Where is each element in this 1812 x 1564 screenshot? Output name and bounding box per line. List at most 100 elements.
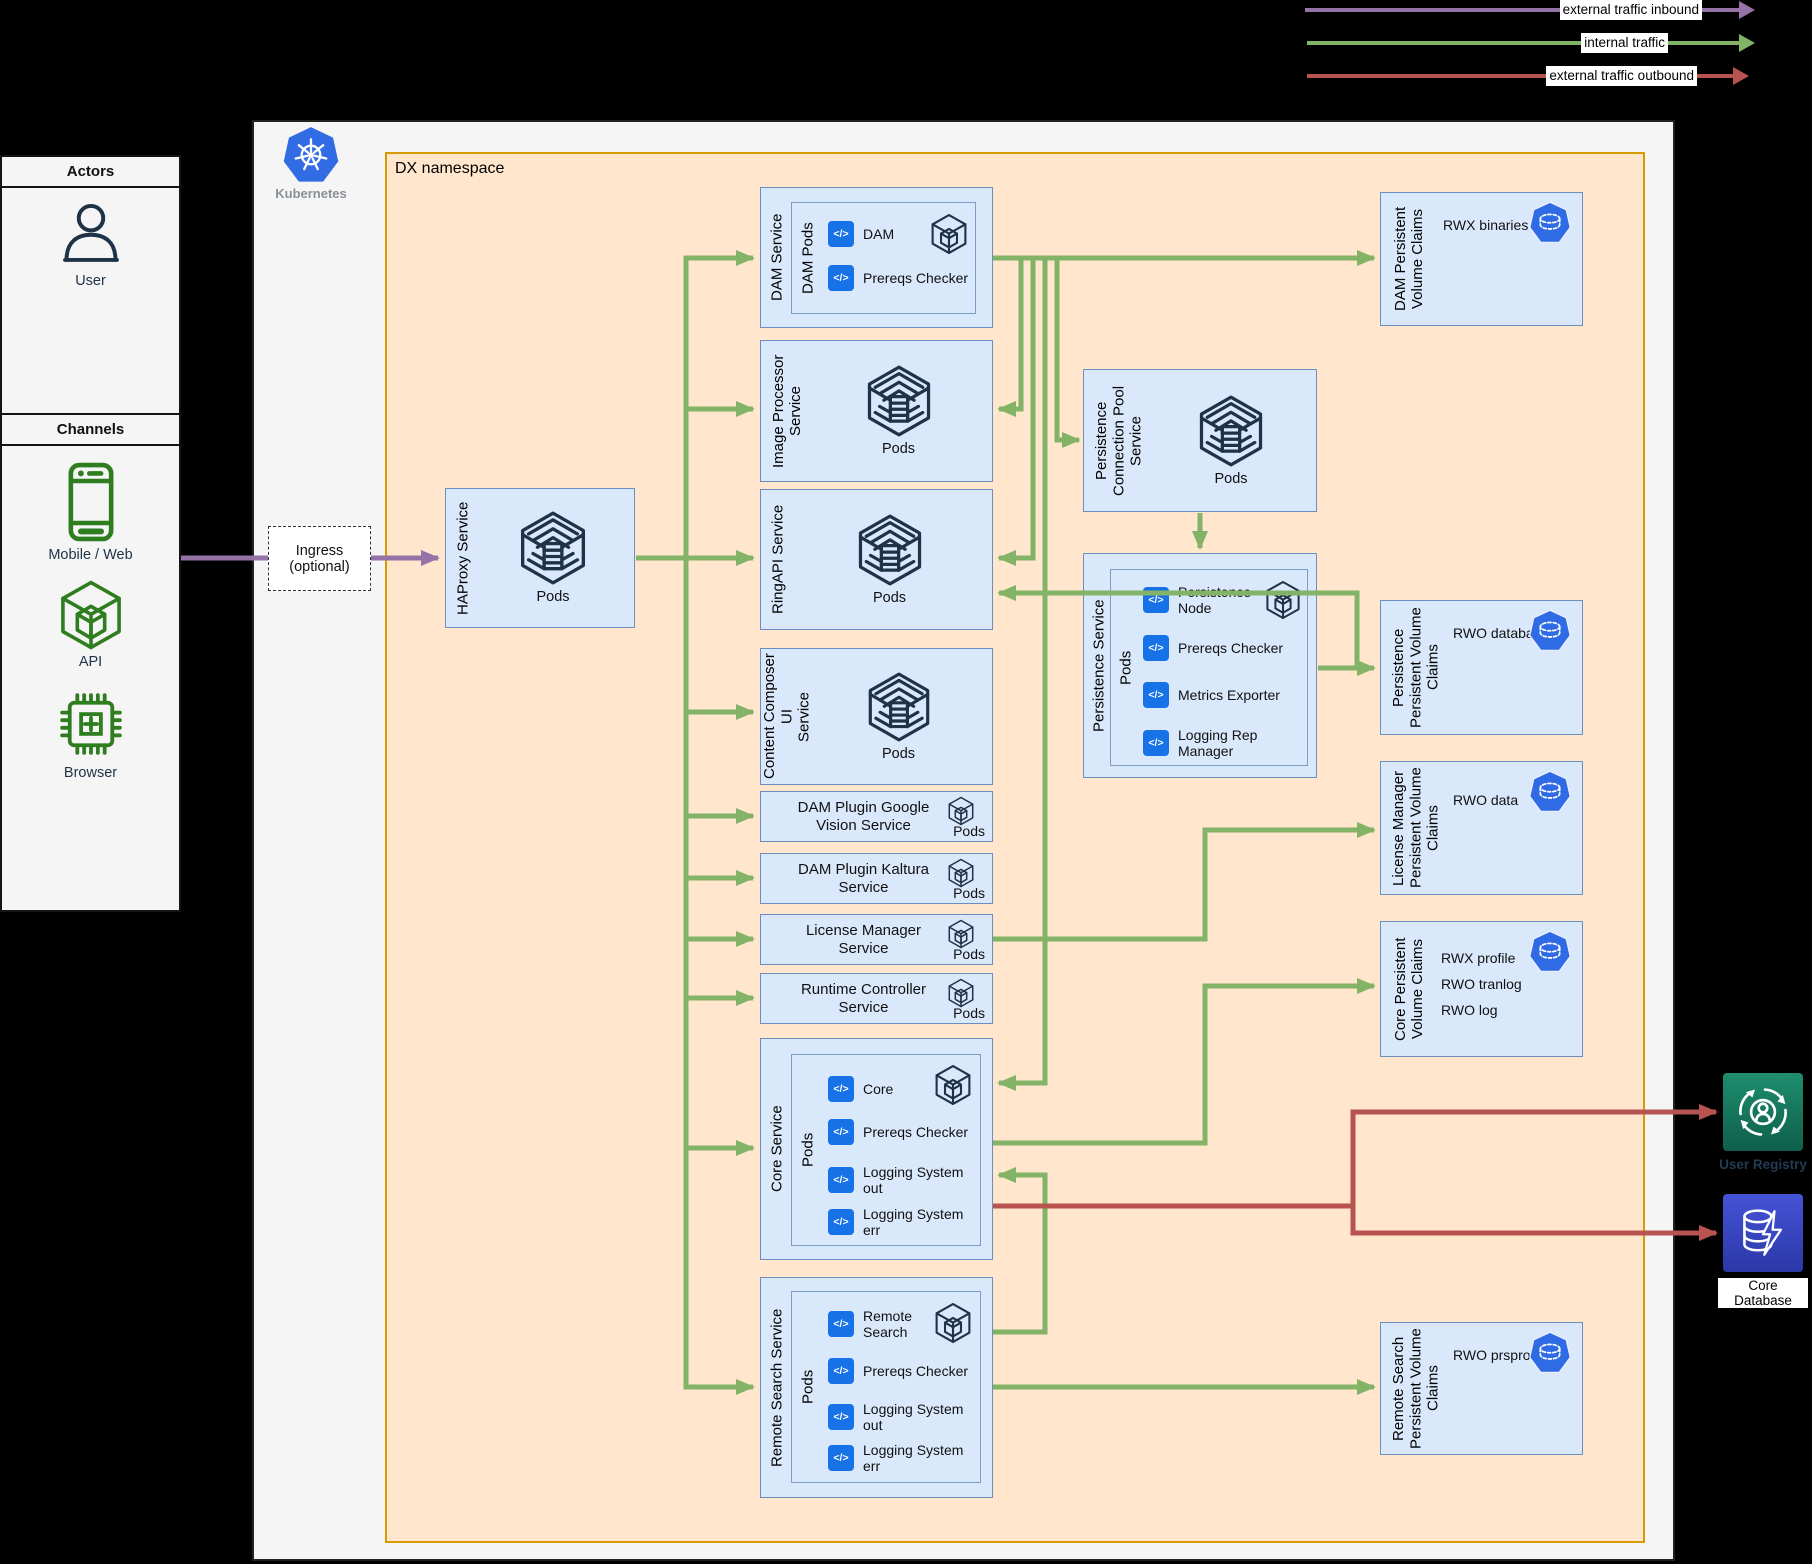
actors-channels-panel: Actors User Channels Mobile / Web API Br… [0,155,181,912]
persistent-volume-icon [1528,1331,1572,1375]
pods-label: Pods [953,885,985,901]
dx-namespace-title: DX namespace [395,160,504,178]
pods-label: Pods [953,946,985,962]
dam-pvc-box: DAM Persistent Volume Claims RWX binarie… [1380,192,1583,326]
persistence-pvc-box: Persistence Persistent Volume Claims RWO… [1380,600,1583,735]
pods-icon [1195,395,1267,467]
pod-cube-icon [932,1064,974,1106]
code-icon [1143,587,1169,613]
prereqs-checker-item: Prereqs Checker [863,1363,968,1379]
image-processor-service-box: Image Processor Service Pods [760,340,993,482]
legend-arrow-internal-icon [1739,34,1755,52]
persistent-volume-icon [1528,609,1572,653]
ingress-box: Ingress (optional) [268,526,371,591]
prereqs-checker-item: Prereqs Checker [863,270,968,286]
prereqs-checker-item: Prereqs Checker [863,1124,968,1140]
logging-system-out-item: Logging System out [863,1401,980,1433]
pods-label: Pods [953,823,985,839]
user-label: User [75,273,106,289]
prereqs-checker-item: Prereqs Checker [1178,640,1283,656]
persistent-volume-icon [1528,930,1572,974]
logging-system-err-item: Logging System err [863,1442,980,1474]
remote-search-pvc-label: Remote Search Persistent Volume Claims [1383,1323,1449,1454]
content-composer-ui-service-box: Content Composer UI Service Pods [760,648,993,785]
pods-label: Pods [536,589,569,605]
license-manager-service-label: License Manager Service [791,915,936,964]
channels-header: Channels [2,413,179,446]
persistence-connection-pool-service-box: Persistence Connection Pool Service Pods [1083,369,1317,512]
pods-label: Pods [953,1005,985,1021]
pvc-entry: RWX binaries [1443,217,1528,233]
persistence-pvc-label: Persistence Persistent Volume Claims [1383,601,1449,734]
pvc-entry: RWX profile [1441,950,1522,966]
pod-cube-icon [946,919,976,949]
code-icon [828,1311,854,1337]
pods-icon [864,672,934,742]
code-icon [1143,730,1169,756]
pods-icon [516,511,590,585]
mobile-web-icon [49,460,133,544]
runtime-controller-service-box: Runtime Controller Service Pods [760,973,993,1024]
dam-item: DAM [863,226,894,242]
pod-cube-icon [946,858,976,888]
browser-label: Browser [64,765,117,781]
core-database-icon [1731,1201,1795,1265]
persistence-connection-pool-label: Persistence Connection Pool Service [1086,370,1152,511]
legend-row-internal: internal traffic [1307,33,1755,55]
dam-service-box: DAM Service DAM Pods DAM Prereqs Checker [760,187,993,328]
core-service-label: Core Service [763,1039,791,1259]
pod-cube-icon [946,796,976,826]
persistence-pods-box: Pods Persistence Node Prereqs Checker Me… [1110,569,1308,766]
ringapi-service-box: RingAPI Service Pods [760,489,993,630]
haproxy-service-box: HAProxy Service Pods [445,488,635,628]
persistent-volume-icon [1528,201,1572,245]
legend-label-internal: internal traffic [1581,33,1668,53]
core-database-label: Core Database [1718,1278,1808,1308]
pods-icon [863,365,935,437]
code-icon [1143,682,1169,708]
remote-search-pvc-box: Remote Search Persistent Volume Claims R… [1380,1322,1583,1455]
user-registry-icon [1730,1079,1796,1145]
remote-search-service-box: Remote Search Service Pods Remote Search… [760,1277,993,1498]
legend-label-outbound: external traffic outbound [1546,66,1697,86]
pod-cube-icon [1263,580,1303,620]
image-processor-service-label: Image Processor Service [763,341,811,481]
license-manager-pvc-label: License Manager Persistent Volume Claims [1383,762,1449,894]
api-icon [55,579,127,651]
pvc-entry: RWO tranlog [1441,976,1522,992]
haproxy-service-label: HAProxy Service [448,489,478,627]
code-icon [1143,635,1169,661]
core-database: Core Database [1718,1194,1808,1310]
mobile-web-label: Mobile / Web [48,547,132,563]
code-icon [828,1167,854,1193]
diagram-canvas: external traffic inbound internal traffi… [0,0,1812,1564]
core-pvc-label: Core Persistent Volume Claims [1383,922,1435,1056]
dam-plugin-kaltura-label: DAM Plugin Kaltura Service [791,854,936,903]
pvc-entry: RWO log [1441,1002,1522,1018]
core-pvc-box: Core Persistent Volume Claims RWX profil… [1380,921,1583,1057]
dam-plugin-kaltura-service-box: DAM Plugin Kaltura Service Pods [760,853,993,904]
persistent-volume-icon [1528,770,1572,814]
legend-row-inbound: external traffic inbound [1305,0,1755,22]
pod-cube-icon [928,213,970,255]
code-icon [828,1076,854,1102]
core-service-box: Core Service Pods Core Prereqs Checker L… [760,1038,993,1260]
code-icon [828,265,854,291]
pvc-entry: RWO data [1453,792,1518,808]
code-icon [828,1404,854,1430]
metrics-exporter-item: Metrics Exporter [1178,687,1280,703]
legend-line-internal [1307,41,1740,45]
dam-service-label: DAM Service [763,188,791,327]
code-icon [828,1209,854,1235]
logging-system-err-item: Logging System err [863,1206,980,1238]
license-manager-service-box: License Manager Service Pods [760,914,993,965]
logging-system-out-item: Logging System out [863,1164,980,1196]
dam-pods-box: DAM Pods DAM Prereqs Checker [791,202,976,314]
pods-label: Pods [882,746,915,762]
api-label: API [79,654,102,670]
pods-label: Pods [1214,471,1247,487]
legend-label-inbound: external traffic inbound [1560,0,1702,20]
dam-pvc-label: DAM Persistent Volume Claims [1383,193,1435,325]
pods-label: Pods [882,441,915,457]
code-icon [828,1445,854,1471]
